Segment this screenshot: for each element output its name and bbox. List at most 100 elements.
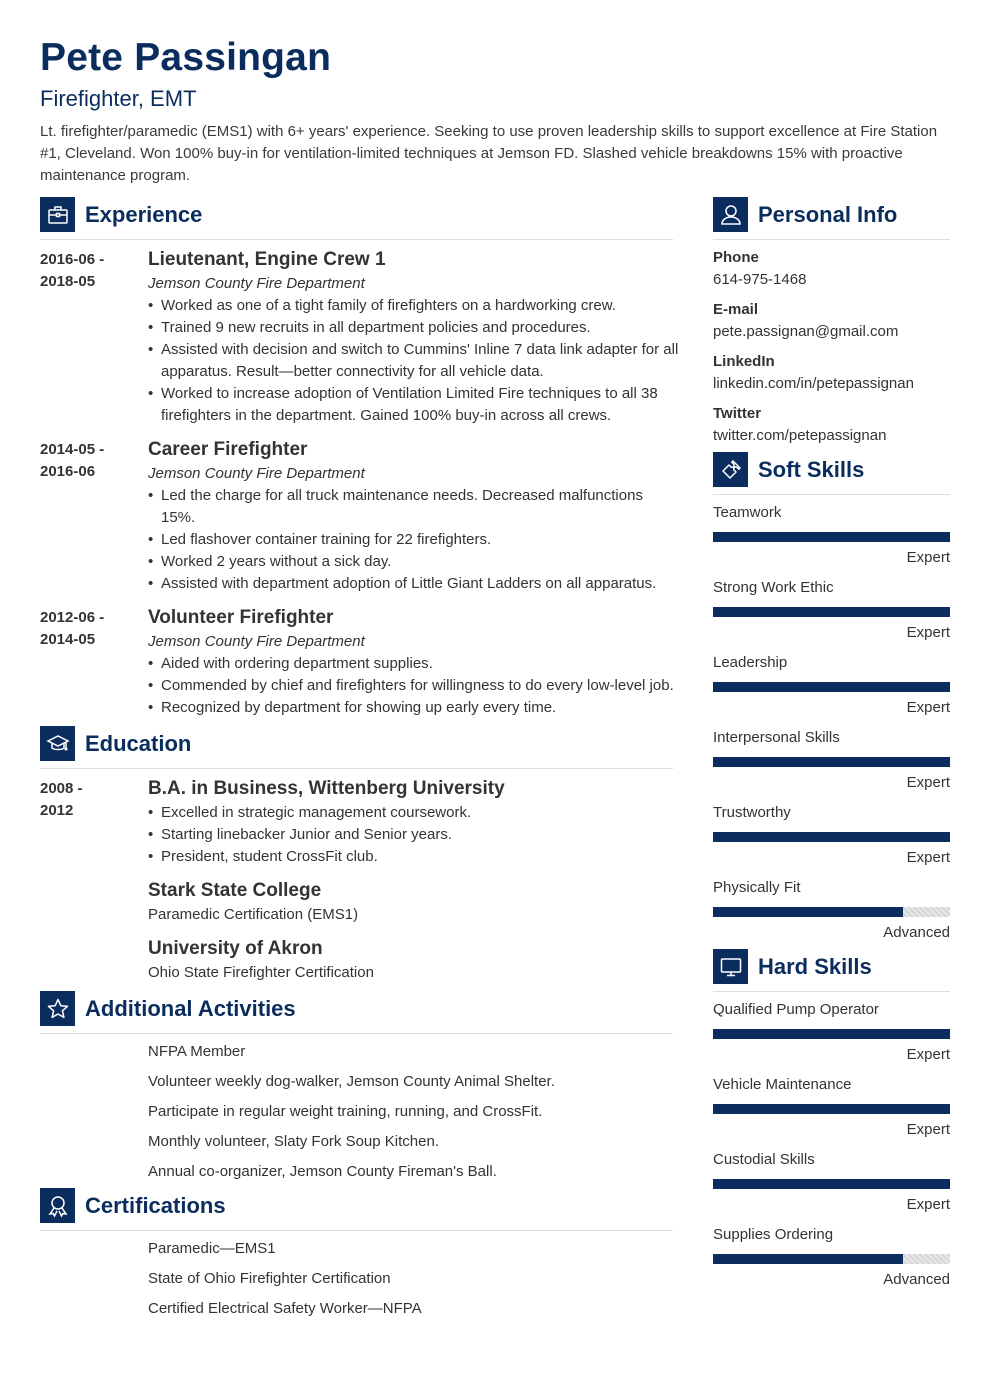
bullet: Starting linebacker Junior and Senior ye… — [148, 824, 680, 846]
job-bullets: Worked as one of a tight family of firef… — [148, 295, 680, 427]
skill-level: Expert — [906, 774, 950, 791]
skill-item: Supplies Ordering Advanced — [713, 1224, 950, 1299]
skill-bar — [713, 832, 950, 842]
skill-name: Leadership — [713, 654, 788, 671]
skill-bar — [713, 682, 950, 692]
skill-level: Expert — [906, 1121, 950, 1138]
phone-label: Phone — [713, 249, 759, 266]
skill-bar-fill — [713, 532, 950, 542]
skill-name: Interpersonal Skills — [713, 729, 840, 746]
award-ribbon-icon — [40, 1188, 75, 1223]
bullet: Assisted with department adoption of Lit… — [148, 573, 680, 595]
certification-item: State of Ohio Firefighter Certification — [148, 1270, 391, 1287]
personal-info: Phone 614-975-1468 E-mail pete.passignan… — [713, 247, 950, 455]
school-detail: Ohio State Firefighter Certification — [148, 964, 374, 981]
candidate-name: Pete Passingan — [40, 36, 332, 79]
job-date: 2012-06 -2014-05 — [40, 609, 105, 648]
skill-name: Qualified Pump Operator — [713, 1001, 879, 1018]
skill-bar — [713, 757, 950, 767]
skill-item: Physically Fit Advanced — [713, 877, 950, 952]
skill-name: Custodial Skills — [713, 1151, 815, 1168]
skill-bar — [713, 1029, 950, 1039]
hard-skills-heading: Hard Skills — [713, 948, 950, 992]
bullet: President, student CrossFit club. — [148, 846, 680, 868]
section-title: Education — [85, 730, 192, 756]
skill-item: Custodial Skills Expert — [713, 1149, 950, 1224]
activities-heading: Additional Activities — [40, 990, 673, 1034]
job-bullets: Led the charge for all truck maintenance… — [148, 485, 680, 595]
certifications-heading: Certifications — [40, 1187, 673, 1231]
job-date: 2014-05 -2016-06 — [40, 441, 105, 480]
skill-bar-fill — [713, 1254, 903, 1264]
bullet: Led the charge for all truck maintenance… — [148, 485, 680, 529]
job-org: Jemson County Fire Department — [148, 275, 365, 292]
section-title: Hard Skills — [758, 953, 872, 979]
education-bullets: Excelled in strategic management coursew… — [148, 802, 680, 868]
bullet: Recognized by department for showing up … — [148, 697, 680, 719]
activity-item: NFPA Member — [148, 1043, 246, 1060]
skill-bar — [713, 907, 950, 917]
activity-item: Monthly volunteer, Slaty Fork Soup Kitch… — [148, 1133, 439, 1150]
school-detail: Paramedic Certification (EMS1) — [148, 906, 359, 923]
job-date: 2016-06 -2018-05 — [40, 251, 105, 290]
job-org: Jemson County Fire Department — [148, 465, 365, 482]
skill-bar — [713, 1254, 950, 1264]
skill-item: Teamwork Expert — [713, 502, 950, 577]
linkedin-value: linkedin.com/in/petepassignan — [713, 375, 914, 392]
skill-name: Vehicle Maintenance — [713, 1076, 852, 1093]
job-title: Firefighter, EMT — [40, 86, 197, 111]
section-title: Soft Skills — [758, 456, 865, 482]
activity-item: Participate in regular weight training, … — [148, 1103, 543, 1120]
job-role: Career Firefighter — [148, 439, 308, 460]
skill-level: Advanced — [883, 924, 950, 941]
puzzle-icon — [713, 452, 748, 487]
skill-bar — [713, 607, 950, 617]
certification-item: Paramedic—EMS1 — [148, 1240, 276, 1257]
monitor-icon — [713, 949, 748, 984]
section-title: Experience — [85, 201, 203, 227]
skill-bar-fill — [713, 832, 950, 842]
skill-bar — [713, 1179, 950, 1189]
school: University of Akron — [148, 938, 323, 959]
skill-bar — [713, 1104, 950, 1114]
twitter-label: Twitter — [713, 405, 762, 422]
skill-bar-fill — [713, 682, 950, 692]
skill-item: Trustworthy Expert — [713, 802, 950, 877]
skill-name: Physically Fit — [713, 879, 801, 896]
skill-level: Expert — [906, 849, 950, 866]
job-role: Volunteer Firefighter — [148, 607, 334, 628]
skill-level: Expert — [906, 624, 950, 641]
bullet: Worked 2 years without a sick day. — [148, 551, 680, 573]
activity-item: Annual co-organizer, Jemson County Firem… — [148, 1163, 497, 1180]
bullet: Assisted with decision and switch to Cum… — [148, 339, 680, 383]
user-icon — [713, 197, 748, 232]
section-title: Certifications — [85, 1192, 226, 1218]
skill-name: Teamwork — [713, 504, 782, 521]
job-bullets: Aided with ordering department supplies.… — [148, 653, 680, 719]
graduation-cap-icon — [40, 726, 75, 761]
linkedin-label: LinkedIn — [713, 353, 775, 370]
hard-skills-list: Qualified Pump Operator Expert Vehicle Mai… — [713, 999, 950, 1299]
soft-skills-heading: Soft Skills — [713, 451, 950, 495]
email-value: pete.passignan@gmail.com — [713, 323, 899, 340]
skill-item: Vehicle Maintenance Expert — [713, 1074, 950, 1149]
job-org: Jemson County Fire Department — [148, 633, 365, 650]
activity-item: Volunteer weekly dog-walker, Jemson Coun… — [148, 1073, 555, 1090]
skill-bar — [713, 532, 950, 542]
bullet: Aided with ordering department supplies. — [148, 653, 680, 675]
bullet: Commended by chief and firefighters for … — [148, 675, 680, 697]
skill-item: Leadership Expert — [713, 652, 950, 727]
skill-level: Expert — [906, 1046, 950, 1063]
skill-bar-fill — [713, 1104, 950, 1114]
skill-item: Interpersonal Skills Expert — [713, 727, 950, 802]
skill-bar-fill — [713, 1029, 950, 1039]
skill-level: Expert — [906, 549, 950, 566]
bullet: Trained 9 new recruits in all department… — [148, 317, 680, 339]
personal-info-heading: Personal Info — [713, 196, 950, 240]
education-heading: Education — [40, 725, 673, 769]
email-label: E-mail — [713, 301, 759, 318]
degree: B.A. in Business, Wittenberg University — [148, 778, 505, 799]
skill-bar-fill — [713, 757, 950, 767]
bullet: Excelled in strategic management coursew… — [148, 802, 680, 824]
star-icon — [40, 991, 75, 1026]
